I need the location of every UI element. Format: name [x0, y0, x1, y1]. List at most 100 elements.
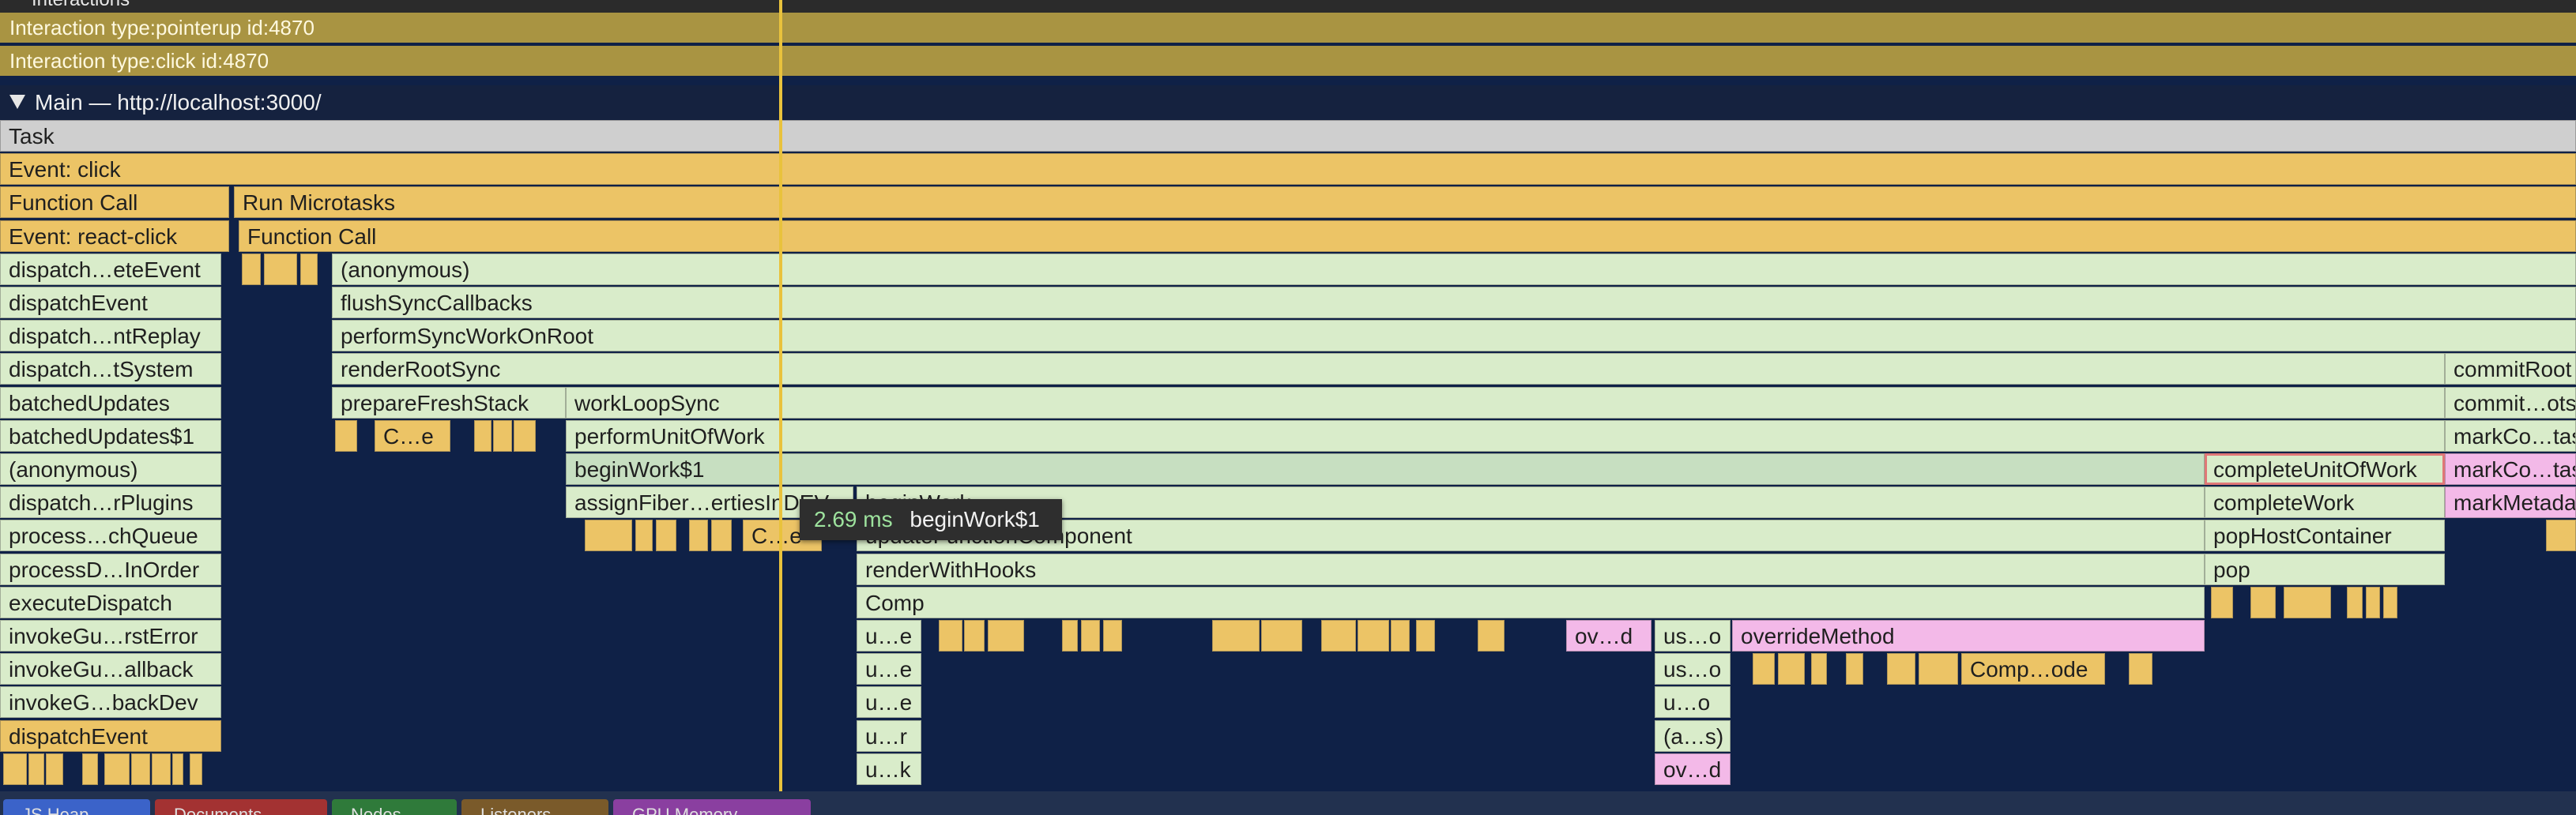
flame-block[interactable]	[2546, 520, 2576, 552]
flame-block[interactable]	[335, 419, 357, 452]
flame-block[interactable]	[474, 419, 491, 452]
flame-block[interactable]	[2129, 653, 2152, 685]
flame-block[interactable]: (a…s)	[1655, 719, 1731, 752]
flame-block[interactable]: workLoopSync	[566, 386, 2445, 419]
flame-block[interactable]: invokeG…backDev	[0, 686, 221, 719]
flame-block[interactable]	[3, 753, 27, 785]
flame-block[interactable]: invokeGu…rstError	[0, 620, 221, 652]
flame-block[interactable]	[1103, 620, 1122, 652]
flame-block[interactable]: (anonymous)	[0, 453, 221, 485]
flame-block[interactable]: dispatch…ntReplay	[0, 320, 221, 352]
flame-block[interactable]	[300, 253, 318, 285]
flame-block[interactable]	[1919, 653, 1958, 685]
flame-block[interactable]	[1811, 653, 1827, 685]
flame-block[interactable]	[689, 520, 708, 552]
flame-block[interactable]: executeDispatch	[0, 586, 221, 618]
flame-block[interactable]: renderWithHooks	[857, 553, 2205, 585]
flame-block[interactable]: dispatch…eteEvent	[0, 253, 221, 285]
flame-block[interactable]	[656, 520, 676, 552]
flame-block[interactable]: ov…d	[1566, 620, 1651, 652]
flame-block[interactable]: markMetadata	[2445, 486, 2576, 519]
flame-block[interactable]	[964, 620, 985, 652]
flame-block[interactable]: process…chQueue	[0, 520, 221, 552]
flame-block[interactable]	[939, 620, 962, 652]
flame-block[interactable]: completeWork	[2205, 486, 2445, 519]
flame-block[interactable]	[2347, 586, 2363, 618]
flame-block[interactable]: dispatch…rPlugins	[0, 486, 221, 519]
flame-block[interactable]: processD…InOrder	[0, 553, 221, 585]
flame-block[interactable]: Function Call	[0, 186, 229, 219]
flame-block[interactable]: commitRoot	[2445, 353, 2576, 385]
flame-block[interactable]: renderRootSync	[332, 353, 2445, 385]
flame-block[interactable]: beginWork$1	[566, 453, 2205, 485]
flame-block[interactable]: Comp…ode	[1961, 653, 2105, 685]
flame-block[interactable]	[1358, 620, 1389, 652]
flame-block[interactable]	[2250, 586, 2276, 618]
flame-block[interactable]: C…e	[375, 419, 450, 452]
flame-block[interactable]	[2284, 586, 2331, 618]
flame-block[interactable]: u…e	[857, 620, 921, 652]
flame-block[interactable]	[152, 753, 171, 785]
flame-block[interactable]	[104, 753, 130, 785]
flame-block[interactable]: flushSyncCallbacks	[332, 287, 2576, 318]
flame-block[interactable]: u…k	[857, 753, 921, 785]
flame-block[interactable]	[1081, 620, 1100, 652]
flame-block[interactable]: Event: click	[0, 153, 2576, 186]
flame-block[interactable]: markCo…tas	[2445, 419, 2576, 452]
flame-block[interactable]: Event: react-click	[0, 220, 229, 252]
flame-block[interactable]: Function Call	[239, 220, 2576, 252]
flame-block[interactable]	[2383, 586, 2397, 618]
flame-block[interactable]: popHostContainer	[2205, 520, 2445, 552]
flame-block[interactable]: (anonymous)	[332, 253, 2576, 285]
flame-block[interactable]	[1846, 653, 1863, 685]
flame-block[interactable]: u…o	[1655, 686, 1731, 719]
flame-block[interactable]	[1778, 653, 1805, 685]
memory-tab[interactable]: Nodes	[332, 799, 457, 815]
flame-block[interactable]	[1261, 620, 1302, 652]
flame-block[interactable]	[1416, 620, 1435, 652]
flame-block[interactable]	[82, 753, 98, 785]
flame-block[interactable]	[2366, 586, 2380, 618]
flame-block[interactable]	[514, 419, 536, 452]
flame-block[interactable]: batchedUpdates	[0, 386, 221, 419]
flame-block[interactable]	[2211, 586, 2233, 618]
memory-tab[interactable]: JS Heap	[3, 799, 150, 815]
memory-tab[interactable]: GPU Memory	[613, 799, 811, 815]
flame-block[interactable]: us…o	[1655, 653, 1731, 685]
flame-block[interactable]: commit…ots	[2445, 386, 2576, 419]
flame-block[interactable]	[264, 253, 297, 285]
flame-block[interactable]	[1478, 620, 1505, 652]
flame-block[interactable]	[1062, 620, 1078, 652]
flame-block[interactable]: performUnitOfWork	[566, 419, 2445, 452]
flame-block[interactable]	[1391, 620, 1410, 652]
flame-block[interactable]: u…e	[857, 653, 921, 685]
flame-block[interactable]	[1887, 653, 1915, 685]
flame-block[interactable]	[635, 520, 653, 552]
flame-block[interactable]	[242, 253, 261, 285]
memory-tab[interactable]: Documents	[155, 799, 327, 815]
flame-block[interactable]: us…o	[1655, 620, 1731, 652]
flame-block[interactable]: ov…d	[1655, 753, 1731, 785]
flame-block[interactable]	[1753, 653, 1775, 685]
flame-block[interactable]	[1321, 620, 1356, 652]
flame-block[interactable]: dispatchEvent	[0, 719, 221, 752]
flame-chart[interactable]: Task Event: click Function Call Run Microta…	[0, 0, 2576, 815]
flame-block[interactable]	[1212, 620, 1260, 652]
flame-block[interactable]	[988, 620, 1024, 652]
flame-block[interactable]	[172, 753, 183, 785]
flame-block[interactable]	[493, 419, 512, 452]
flame-block[interactable]	[585, 520, 632, 552]
flame-block[interactable]	[190, 753, 202, 785]
flame-block[interactable]: Task	[0, 120, 2576, 152]
flame-block[interactable]: performSyncWorkOnRoot	[332, 320, 2576, 352]
flame-block[interactable]: prepareFreshStack	[332, 386, 566, 419]
memory-tab[interactable]: Listeners	[461, 799, 608, 815]
flame-block[interactable]: invokeGu…allback	[0, 653, 221, 685]
flame-block[interactable]: dispatch…tSystem	[0, 353, 221, 385]
flame-block[interactable]	[28, 753, 44, 785]
flame-block[interactable]: markCo…tas	[2445, 453, 2576, 485]
flame-block[interactable]: u…e	[857, 686, 921, 719]
flame-block[interactable]: dispatchEvent	[0, 287, 221, 318]
flame-block[interactable]: u…r	[857, 719, 921, 752]
flame-block[interactable]: batchedUpdates$1	[0, 419, 221, 452]
